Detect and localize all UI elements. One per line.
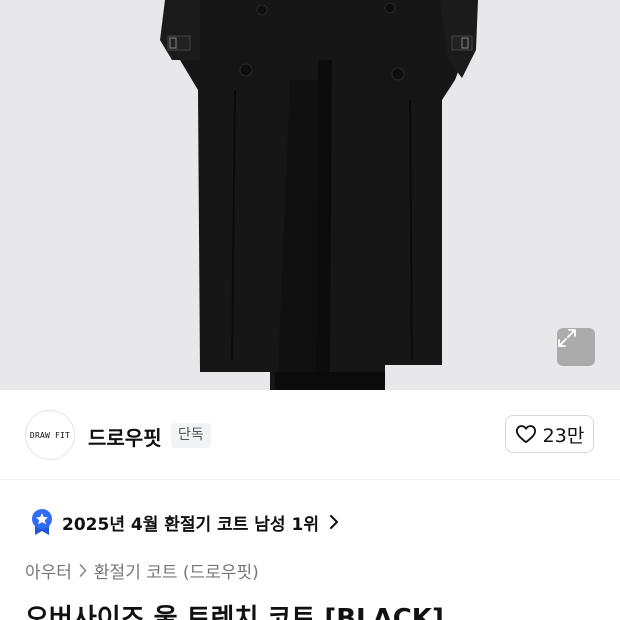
star-ribbon-icon <box>32 509 52 535</box>
brand-logo-text: DRAW FIT <box>29 430 71 440</box>
brand-logo[interactable]: DRAW FIT <box>25 410 75 460</box>
coat-photo <box>0 0 620 390</box>
product-title: 오버사이즈 울 트렌치 코트 [BLACK] <box>25 604 444 620</box>
breadcrumb-chevron-icon <box>79 563 87 577</box>
brand-row: DRAW FIT 드로우핏 단독 23만 <box>0 390 620 480</box>
brand-name[interactable]: 드로우핏 <box>88 422 162 451</box>
breadcrumb: 아우터 환절기 코트 (드로우핏) <box>25 556 259 584</box>
chevron-right-icon <box>329 515 339 529</box>
ranking-text: 2025년 4월 환절기 코트 남성 1위 <box>62 514 319 535</box>
ranking-link[interactable]: 2025년 4월 환절기 코트 남성 1위 <box>30 507 339 537</box>
breadcrumb-item-outer[interactable]: 아우터 <box>25 558 72 583</box>
breadcrumb-item-category[interactable]: 환절기 코트 (드로우핏) <box>94 558 259 583</box>
like-count: 23만 <box>542 424 585 447</box>
expand-icon <box>558 329 576 347</box>
heart-outline-icon <box>515 425 536 444</box>
exclusive-badge: 단독 <box>171 423 211 448</box>
like-button[interactable]: 23만 <box>505 415 594 453</box>
product-image[interactable] <box>0 0 620 390</box>
expand-button[interactable] <box>557 328 595 366</box>
